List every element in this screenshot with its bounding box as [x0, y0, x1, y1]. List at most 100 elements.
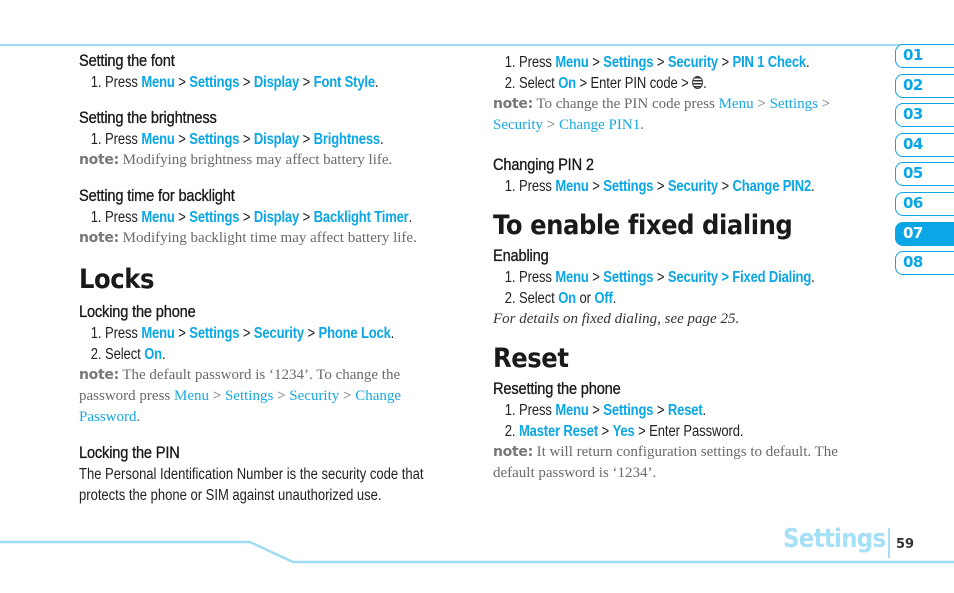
reset-link[interactable]: Reset — [668, 402, 703, 419]
menu-link[interactable]: Menu — [141, 74, 174, 91]
menu-link[interactable]: Menu — [555, 54, 588, 71]
step-number: 1. Press — [90, 325, 142, 342]
on-option[interactable]: On — [144, 346, 162, 363]
pin-description-line-2: protects the phone or SIM against unauth… — [79, 487, 382, 504]
yes-option[interactable]: Yes — [613, 423, 635, 440]
settings-link[interactable]: Settings — [603, 402, 653, 419]
period: . — [390, 325, 395, 342]
chapter-tab-02[interactable]: 02 — [895, 73, 954, 98]
chapter-tabs: 01 02 03 04 05 06 07 08 — [895, 44, 954, 281]
section-title-locks: Locks — [79, 264, 154, 295]
heading-setting-brightness: Setting the brightness — [79, 108, 217, 127]
step-font-1: 1. Press Menu > Settings > Display > Fon… — [79, 72, 398, 93]
settings-link[interactable]: Settings — [603, 269, 653, 286]
period: . — [811, 178, 815, 195]
step-reset-1: 1. Press Menu > Settings > Reset. — [493, 400, 812, 421]
security-link[interactable]: Security — [254, 325, 304, 342]
note-reset: note: It will return configuration setti… — [493, 442, 873, 484]
note-label: note: — [79, 367, 119, 383]
period: . — [805, 54, 810, 71]
note-text: Modifying brightness may affect battery … — [118, 152, 393, 168]
on-option[interactable]: On — [558, 75, 576, 92]
period: . — [161, 346, 166, 363]
security-link[interactable]: Security — [289, 388, 339, 404]
security-fixed-dialing-link[interactable]: Security > Fixed Dialing — [668, 269, 811, 286]
settings-link[interactable]: Settings — [189, 131, 239, 148]
display-link[interactable]: Display — [254, 131, 299, 148]
backlight-timer-link[interactable]: Backlight Timer — [314, 209, 409, 226]
separator: > — [653, 269, 668, 286]
on-option[interactable]: On — [558, 290, 576, 307]
settings-link[interactable]: Settings — [189, 325, 239, 342]
separator: > — [588, 178, 604, 195]
settings-link[interactable]: Settings — [603, 178, 653, 195]
menu-link[interactable]: Menu — [555, 269, 588, 286]
font-style-link[interactable]: Font Style — [314, 74, 375, 91]
settings-link[interactable]: Settings — [770, 96, 818, 112]
att-globe-key-icon — [692, 76, 704, 89]
step-brightness-1: 1. Press Menu > Settings > Display > Bri… — [79, 129, 398, 150]
security-link[interactable]: Security — [493, 117, 543, 133]
off-option[interactable]: Off — [594, 290, 612, 307]
menu-link[interactable]: Menu — [555, 402, 588, 419]
separator: > — [817, 96, 831, 112]
period: . — [379, 131, 384, 148]
chapter-tab-05[interactable]: 05 — [895, 162, 954, 187]
separator: > — [174, 325, 190, 342]
menu-link[interactable]: Menu — [555, 178, 588, 195]
separator: > — [273, 388, 290, 404]
fixed-dialing-reference: For details on fixed dialing, see page 2… — [493, 311, 740, 327]
step-pin1-2: 2. Select On > Enter PIN code > . — [493, 73, 812, 94]
step-number: 1. Press — [504, 402, 556, 419]
separator: > — [174, 209, 190, 226]
settings-link[interactable]: Settings — [225, 388, 273, 404]
step-number: 1. Press — [90, 209, 142, 226]
menu-link[interactable]: Menu — [141, 131, 174, 148]
chapter-tab-03[interactable]: 03 — [895, 103, 954, 128]
separator: > — [239, 131, 254, 148]
display-link[interactable]: Display — [254, 74, 299, 91]
step-number: 1. Press — [90, 74, 142, 91]
step-pin1-1: 1. Press Menu > Settings > Security > PI… — [493, 52, 812, 73]
chapter-tab-01[interactable]: 01 — [895, 44, 954, 68]
master-reset-link[interactable]: Master Reset — [519, 423, 598, 440]
pin1-check-link[interactable]: PIN 1 Check — [733, 54, 807, 71]
menu-link[interactable]: Menu — [174, 388, 209, 404]
page-number: 59 — [896, 537, 915, 552]
period: . — [374, 74, 379, 91]
separator: > — [339, 388, 356, 404]
settings-link[interactable]: Settings — [603, 54, 653, 71]
note-backlight: note: Modifying backlight time may affec… — [79, 228, 459, 249]
security-link[interactable]: Security — [668, 178, 718, 195]
menu-link[interactable]: Menu — [719, 96, 754, 112]
heading-backlight: Setting time for backlight — [79, 186, 235, 205]
separator: > — [209, 388, 225, 404]
chapter-tab-04[interactable]: 04 — [895, 132, 954, 157]
heading-resetting-phone: Resetting the phone — [493, 379, 621, 398]
display-link[interactable]: Display — [254, 209, 299, 226]
top-rule — [0, 44, 954, 46]
chapter-tab-07[interactable]: 07 — [895, 221, 954, 246]
note-text: To change the PIN code press — [532, 96, 719, 112]
chapter-tab-06[interactable]: 06 — [895, 191, 954, 216]
change-pin2-link[interactable]: Change PIN2 — [733, 178, 812, 195]
change-pin1-link[interactable]: Change PIN1 — [559, 117, 640, 133]
brightness-link[interactable]: Brightness — [314, 131, 381, 148]
security-link[interactable]: Security — [668, 54, 718, 71]
separator: > — [717, 178, 733, 195]
phone-lock-link[interactable]: Phone Lock — [319, 325, 391, 342]
step-number: 1. Press — [504, 269, 556, 286]
period: . — [612, 290, 617, 307]
separator: > — [653, 178, 668, 195]
separator: > — [588, 402, 604, 419]
period: . — [702, 402, 707, 419]
settings-link[interactable]: Settings — [189, 209, 239, 226]
step-text: or — [575, 290, 595, 307]
settings-link[interactable]: Settings — [189, 74, 239, 91]
menu-link[interactable]: Menu — [141, 209, 174, 226]
menu-link[interactable]: Menu — [141, 325, 174, 342]
separator: > — [753, 96, 770, 112]
chapter-tab-08[interactable]: 08 — [895, 251, 954, 276]
heading-locking-pin: Locking the PIN — [79, 443, 180, 462]
separator: > — [174, 131, 190, 148]
